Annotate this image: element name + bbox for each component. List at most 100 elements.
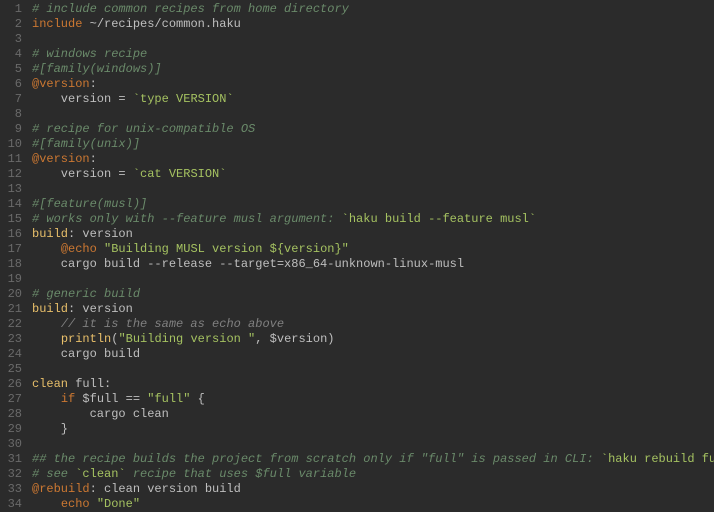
code-token: cargo build --release --target=x86_64-un… [32,257,464,271]
code-token: , $version) [255,332,334,346]
code-token: # include common recipes from home direc… [32,2,349,16]
line-number: 29 [4,422,22,437]
code-token: @version [32,77,90,91]
code-token: version = [32,92,133,106]
code-token: # windows recipe [32,47,147,61]
line-number: 1 [4,2,22,17]
code-token: # recipe for unix-compatible OS [32,122,255,136]
line-number: 4 [4,47,22,62]
code-token: #[feature(musl)] [32,197,147,211]
line-number: 3 [4,32,22,47]
line-number: 16 [4,227,22,242]
code-line [32,362,714,377]
code-token: # generic build [32,287,140,301]
code-token: `cat VERSION` [133,167,227,181]
code-token: : [90,152,97,166]
line-number: 13 [4,182,22,197]
code-line [32,272,714,287]
code-line: } [32,422,714,437]
code-line: version = `cat VERSION` [32,167,714,182]
code-token: build [32,302,68,316]
code-line: # see `clean` recipe that uses $full var… [32,467,714,482]
code-content[interactable]: # include common recipes from home direc… [30,2,714,512]
code-line: // it is the same as echo above [32,317,714,332]
code-token: "Building MUSL version ${version}" [104,242,349,256]
code-token [32,392,61,406]
code-token: println [61,332,111,346]
line-number: 23 [4,332,22,347]
line-number: 5 [4,62,22,77]
code-line [32,182,714,197]
line-number: 2 [4,17,22,32]
code-token: } [32,422,68,436]
line-number: 9 [4,122,22,137]
code-token: `clean` [75,467,125,481]
code-line: # include common recipes from home direc… [32,2,714,17]
code-token: cargo clean [32,407,169,421]
line-number: 34 [4,497,22,512]
code-editor: 1234567891011121314151617181920212223242… [0,0,714,512]
code-token: // it is the same as echo above [61,317,284,331]
code-token [32,317,61,331]
code-line: cargo clean [32,407,714,422]
line-number: 30 [4,437,22,452]
code-token: "Done" [97,497,140,511]
line-number: 26 [4,377,22,392]
line-number: 8 [4,107,22,122]
code-line: echo "Done" [32,497,714,512]
line-number: 22 [4,317,22,332]
code-line: #[family(unix)] [32,137,714,152]
code-line: version = `type VERSION` [32,92,714,107]
code-line: @version: [32,152,714,167]
code-token: if [61,392,75,406]
line-number: 27 [4,392,22,407]
line-number: 7 [4,92,22,107]
code-line: #[feature(musl)] [32,197,714,212]
code-token [32,332,61,346]
code-token: "full" [147,392,190,406]
line-number: 21 [4,302,22,317]
code-line [32,32,714,47]
line-number: 14 [4,197,22,212]
line-number: 24 [4,347,22,362]
line-number: 15 [4,212,22,227]
code-line: ## the recipe builds the project from sc… [32,452,714,467]
code-token: include [32,17,82,31]
code-line: # generic build [32,287,714,302]
code-line [32,437,714,452]
line-number: 6 [4,77,22,92]
code-line: clean full: [32,377,714,392]
code-token: recipe that uses $full variable [126,467,356,481]
code-token: `haku rebuild full` [601,452,714,466]
code-token: $full == [75,392,147,406]
code-line: # recipe for unix-compatible OS [32,122,714,137]
code-token [32,242,61,256]
code-line: @rebuild: clean version build [32,482,714,497]
line-number-gutter: 1234567891011121314151617181920212223242… [0,2,30,512]
code-line: #[family(windows)] [32,62,714,77]
code-line: build: version [32,227,714,242]
code-line: cargo build --release --target=x86_64-un… [32,257,714,272]
code-token: : version [68,302,133,316]
line-number: 10 [4,137,22,152]
code-token: #[family(windows)] [32,62,162,76]
code-line: include ~/recipes/common.haku [32,17,714,32]
line-number: 20 [4,287,22,302]
code-token: cargo build [32,347,140,361]
code-token: # see [32,467,75,481]
code-token [32,497,61,511]
code-token: version = [32,167,133,181]
code-token: @version [32,152,90,166]
line-number: 32 [4,467,22,482]
code-line: # windows recipe [32,47,714,62]
code-token: { [190,392,204,406]
code-token: # works only with --feature musl argumen… [32,212,342,226]
code-token: `type VERSION` [133,92,234,106]
code-token: "Building version " [118,332,255,346]
code-line [32,107,714,122]
code-line: @echo "Building MUSL version ${version}" [32,242,714,257]
line-number: 28 [4,407,22,422]
code-line: @version: [32,77,714,92]
code-token: : clean version build [90,482,241,496]
code-token: ~/recipes/common.haku [82,17,240,31]
